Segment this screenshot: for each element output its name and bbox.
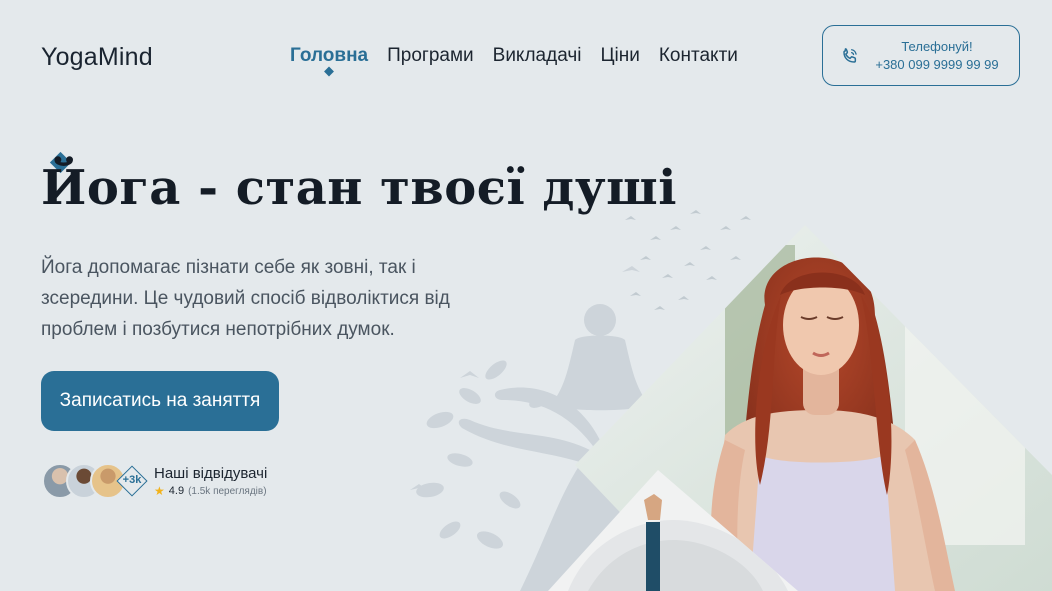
nav-item-label: Програми [387, 45, 474, 66]
star-icon: ★ [154, 484, 165, 498]
rating: ★ 4.9 (1.5k переглядів) [154, 484, 267, 498]
nav-item-home[interactable]: Головна [290, 45, 369, 77]
page-title: Йога - стан твоєї душі [41, 160, 677, 216]
rating-value: 4.9 [168, 485, 185, 497]
visitor-count: +3k [122, 474, 142, 486]
signup-button[interactable]: Записатись на заняття [41, 371, 279, 431]
logo[interactable]: YogaMind [41, 43, 153, 72]
nav-item-label: Викладачі [492, 45, 582, 66]
nav-item-contacts[interactable]: Контакти [659, 45, 738, 67]
phone-label: Телефонуй! [901, 39, 973, 54]
phone-icon [843, 48, 857, 63]
nav-item-teachers[interactable]: Викладачі [493, 45, 582, 67]
phone-number[interactable]: +380 099 9999 99 99 [867, 55, 1007, 74]
main-nav: Головна Програми Викладачі Ціни Контакти [290, 45, 738, 77]
yoga-pose-photo [548, 470, 798, 591]
hero-description: Йога допомагає пізнати себе як зовні, та… [41, 257, 450, 340]
rating-views: (1.5k переглядів) [188, 485, 267, 497]
visitor-avatars: +3k [42, 463, 150, 499]
visitor-count-badge: +3k [116, 465, 148, 497]
nav-item-label: Ціни [600, 45, 640, 66]
visitors-title: Наші відвідувачі [154, 465, 268, 482]
nav-item-programs[interactable]: Програми [387, 45, 474, 67]
nav-item-label: Головна [290, 45, 369, 66]
nav-item-prices[interactable]: Ціни [600, 45, 639, 67]
nav-item-label: Контакти [658, 45, 738, 66]
phone-text: Телефонуй! +380 099 9999 99 99 [867, 38, 1007, 74]
active-indicator-icon [324, 66, 334, 77]
phone-button[interactable]: Телефонуй! +380 099 9999 99 99 [822, 25, 1020, 86]
